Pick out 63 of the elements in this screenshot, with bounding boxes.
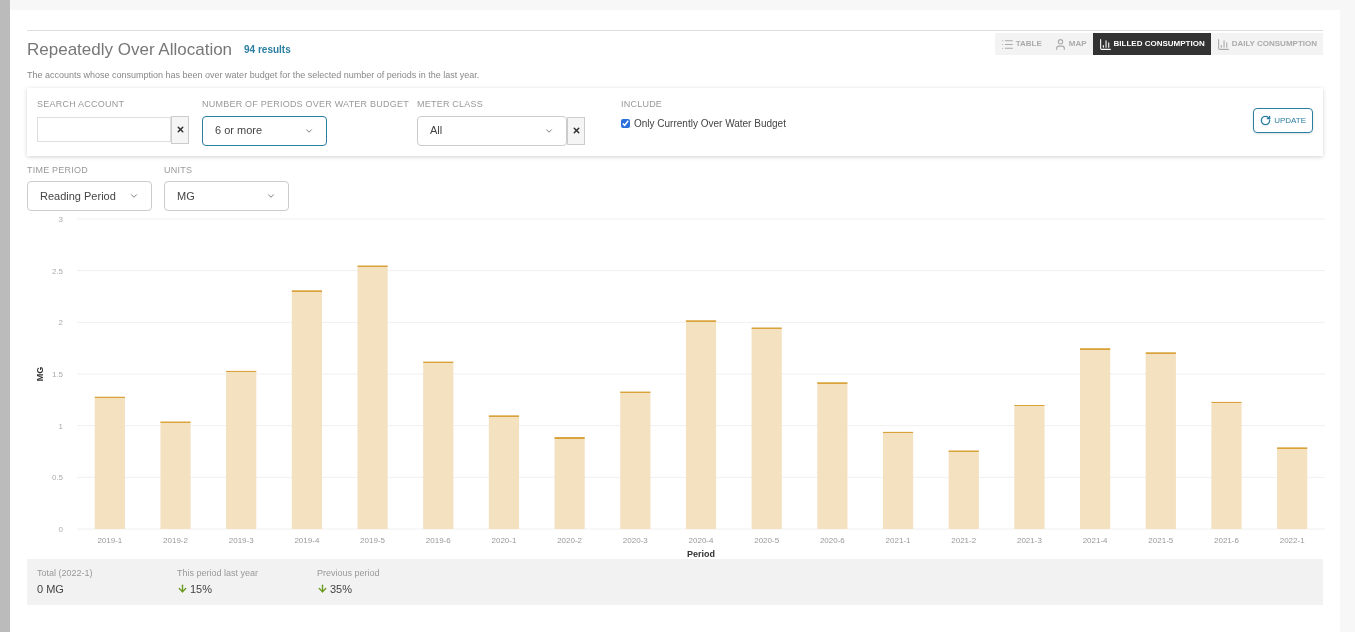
axis-tick-label: 2020-3	[622, 536, 648, 545]
axis-tick-label: 2	[58, 318, 63, 328]
field-label: UNITS	[164, 163, 194, 177]
caret-icon	[129, 191, 139, 201]
checkbox-label: Only Currently Over Water Budget	[634, 116, 786, 131]
axis-tick-label: 1	[58, 421, 63, 431]
results-count: 94 results	[244, 43, 291, 58]
axis-title: Period	[687, 549, 715, 559]
axis-tick-label: 2021-4	[1082, 536, 1108, 545]
axis-tick-label: 2021-2	[951, 536, 977, 545]
field-label: INCLUDE	[621, 98, 664, 111]
axis-tick-label: 2019-1	[97, 536, 123, 545]
axis-tick-label: 2019-4	[294, 536, 320, 545]
close-icon	[571, 126, 581, 135]
axis-tick-label: 2021-6	[1214, 536, 1239, 545]
dropdown[interactable]: 6 or more	[202, 115, 327, 146]
clear-button[interactable]	[171, 115, 189, 144]
checkbox[interactable]	[621, 118, 630, 128]
dropdown[interactable]: All	[417, 115, 567, 146]
refresh-icon	[1260, 115, 1272, 126]
dropdown[interactable]: MG	[164, 181, 289, 211]
close-icon	[175, 125, 185, 134]
update-button[interactable]: UPDATE	[1253, 108, 1313, 133]
axis-tick-label: 2019-6	[425, 536, 451, 545]
axis-tick-label: 2021-1	[885, 536, 911, 545]
caret-icon	[266, 191, 276, 201]
axis-tick-label: 2019-2	[163, 536, 188, 545]
description: The accounts whose consumption has been over water budget for the selected number of periods in the last year.	[27, 68, 481, 82]
summary-value: 35%	[330, 581, 353, 597]
search-account-field[interactable]	[37, 117, 171, 142]
axis-tick-label: 2020-4	[688, 536, 714, 545]
field-label: NUMBER OF PERIODS OVER WATER BUDGET	[202, 98, 410, 111]
list-icon	[1000, 37, 1014, 51]
axis-tick-label: 2019-5	[360, 536, 386, 545]
page-title: Repeatedly Over Allocation	[27, 39, 233, 61]
clear-button[interactable]	[567, 116, 585, 145]
axis-tick-label: 2020-2	[557, 536, 583, 545]
summary-label: Total (2022-1)	[37, 567, 94, 580]
field-label: TIME PERIOD	[27, 163, 89, 177]
axis-tick-label: 0.5	[51, 473, 63, 483]
view-tab[interactable]: BILLED CONSUMPTION	[1092, 33, 1211, 55]
summary-label: This period last year	[177, 567, 260, 580]
field-label: METER CLASS	[417, 98, 484, 111]
dropdown[interactable]: Reading Period	[27, 181, 152, 211]
axis-tick-label: 1.5	[51, 370, 63, 379]
summary-value: 0 MG	[37, 581, 64, 597]
axis-tick-label: 3	[58, 215, 63, 224]
summary-value: 15%	[190, 581, 213, 597]
axis-tick-label: 2.5	[51, 266, 63, 276]
person-icon	[1053, 37, 1067, 51]
axis-tick-label: 2020-6	[819, 536, 845, 545]
axis-tick-label: 2021-5	[1148, 536, 1174, 545]
axis-tick-label: 2019-3	[228, 536, 254, 545]
axis-tick-label: 2020-5	[754, 536, 780, 545]
bar-chart-icon	[1216, 37, 1230, 51]
axis-tick-label: 0	[58, 525, 63, 534]
summary-label: Previous period	[317, 567, 381, 580]
field-label: SEARCH ACCOUNT	[37, 98, 126, 111]
axis-title: MG	[35, 366, 45, 382]
bar-chart-icon	[1098, 37, 1112, 51]
axis-tick-label: 2021-3	[1016, 536, 1042, 545]
axis-tick-label: 2020-1	[491, 536, 517, 545]
axis-tick-label: 2022-1	[1279, 536, 1305, 545]
